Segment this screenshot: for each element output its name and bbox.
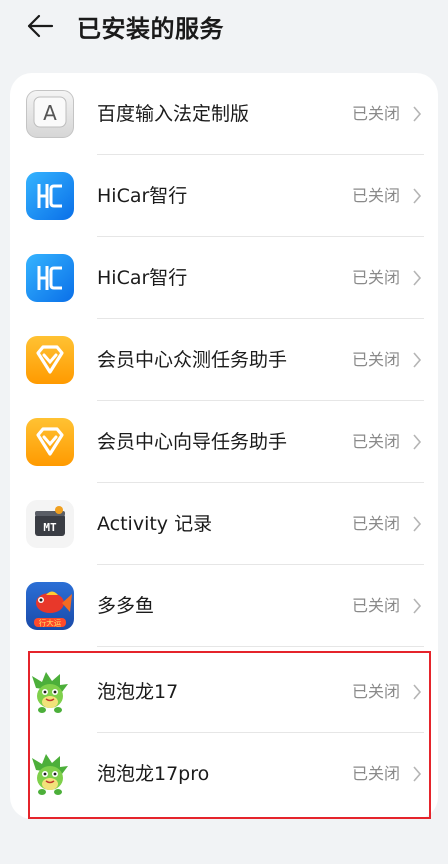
baidu-input-icon: A: [26, 90, 74, 138]
fish-icon-text: 行大运: [39, 618, 62, 628]
chevron-right-icon: [413, 106, 422, 122]
dragon-icon: [26, 668, 74, 716]
service-name: Activity 记录: [97, 513, 213, 535]
divider: [97, 646, 424, 647]
list-item[interactable]: 会员中心众测任务助手 已关闭: [10, 319, 438, 401]
status-text: 已关闭: [351, 268, 400, 287]
chevron-right-icon: [413, 352, 422, 368]
fish-game-icon: 行大运: [26, 582, 74, 630]
list-item[interactable]: 泡泡龙17pro 已关闭: [10, 733, 438, 815]
service-name: HiCar智行: [97, 267, 188, 289]
chevron-right-icon: [413, 516, 422, 532]
arrow-left-icon: [27, 14, 54, 38]
member-diamond-icon: [26, 336, 74, 384]
mt-icon: MT: [26, 500, 74, 548]
chevron-right-icon: [413, 188, 422, 204]
status-text: 已关闭: [351, 350, 400, 369]
page-title: 已安装的服务: [77, 15, 224, 43]
list-item[interactable]: 泡泡龙17 已关闭: [10, 651, 438, 733]
status-text: 已关闭: [351, 682, 400, 701]
status-text: 已关闭: [351, 104, 400, 123]
list-item[interactable]: 会员中心向导任务助手 已关闭: [10, 401, 438, 483]
chevron-right-icon: [413, 434, 422, 450]
list-item[interactable]: HiCar智行 已关闭: [10, 155, 438, 237]
service-name: 泡泡龙17pro: [97, 763, 210, 785]
hicar-icon: [26, 254, 74, 302]
services-list: A 百度输入法定制版 已关闭 HiCar智行 已关闭 HiCar智行 已关闭 会…: [10, 73, 438, 819]
service-name: 多多鱼: [97, 595, 155, 617]
svg-text:A: A: [43, 101, 57, 125]
list-item[interactable]: A 百度输入法定制版 已关闭: [10, 73, 438, 155]
chevron-right-icon: [413, 598, 422, 614]
dragon-icon: [26, 750, 74, 798]
list-item[interactable]: MT Activity 记录 已关闭: [10, 483, 438, 565]
service-name: 百度输入法定制版: [97, 103, 250, 125]
service-name: 泡泡龙17: [97, 681, 179, 703]
status-text: 已关闭: [351, 186, 400, 205]
chevron-right-icon: [413, 684, 422, 700]
list-item[interactable]: 行大运 多多鱼 已关闭: [10, 565, 438, 647]
member-diamond-icon: [26, 418, 74, 466]
chevron-right-icon: [413, 766, 422, 782]
hicar-icon: [26, 172, 74, 220]
chevron-right-icon: [413, 270, 422, 286]
status-text: 已关闭: [351, 596, 400, 615]
service-name: 会员中心向导任务助手: [97, 431, 288, 453]
svg-text:MT: MT: [43, 521, 57, 534]
status-text: 已关闭: [351, 514, 400, 533]
service-name: 会员中心众测任务助手: [97, 349, 288, 371]
status-text: 已关闭: [351, 764, 400, 783]
service-name: HiCar智行: [97, 185, 188, 207]
list-item[interactable]: HiCar智行 已关闭: [10, 237, 438, 319]
back-button[interactable]: [24, 10, 56, 42]
header-bar: 已安装的服务: [0, 0, 448, 56]
status-text: 已关闭: [351, 432, 400, 451]
